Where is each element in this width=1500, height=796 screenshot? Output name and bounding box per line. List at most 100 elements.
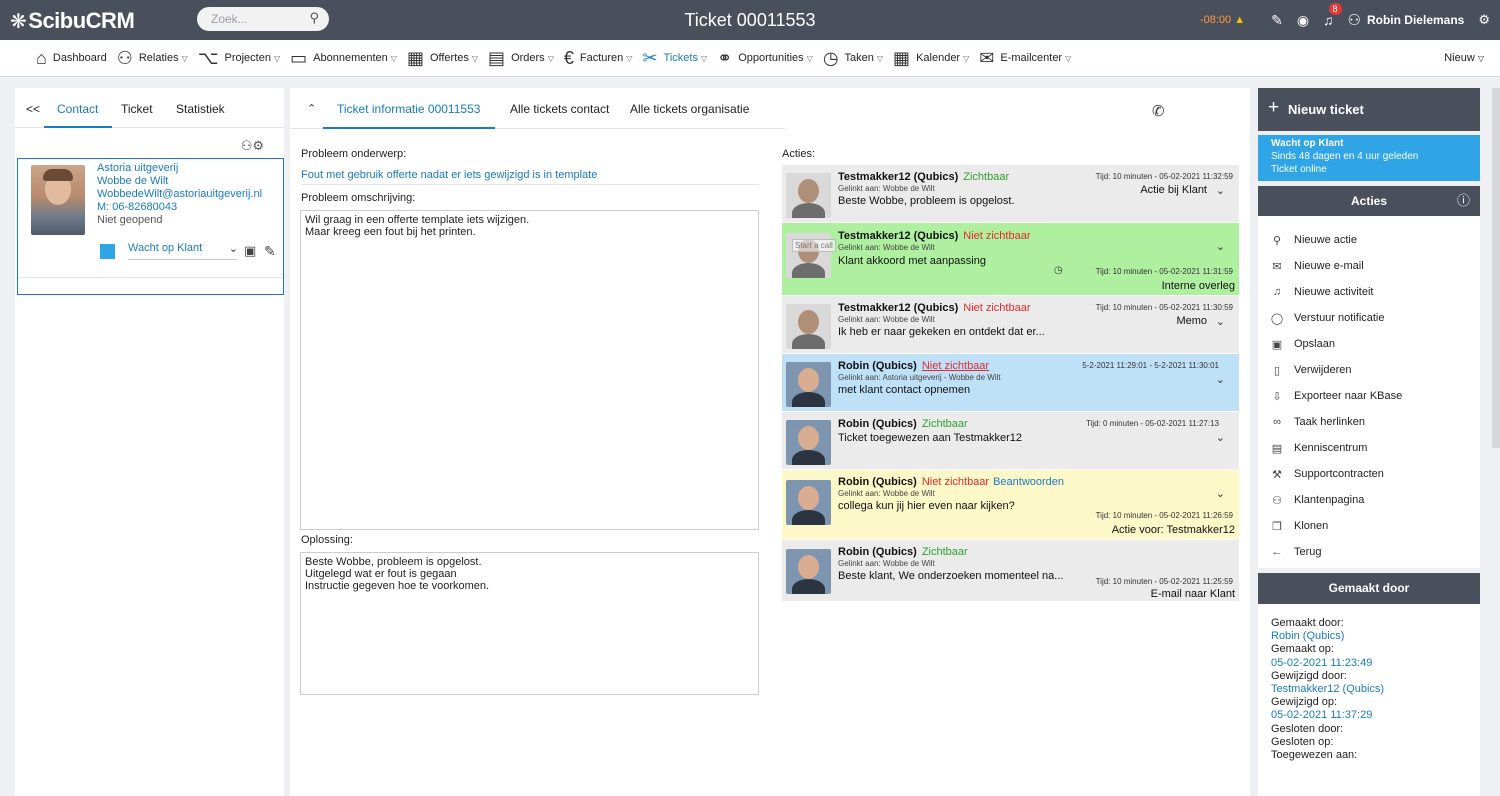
tab-ticket[interactable]: Ticket [121,102,153,116]
contact-organisation[interactable]: Astoria uitgeverij [97,162,262,175]
avatar [786,304,831,349]
action-klantenpagina[interactable]: ⚇ Klantenpagina [1258,492,1480,512]
start-call-overlay[interactable]: Start a call [792,239,836,252]
chevron-down-icon: ▽ [700,53,708,63]
action-klonen[interactable]: ❐ Klonen [1258,518,1480,538]
mail-icon: ✉ [979,47,995,68]
search-box[interactable]: ⚲ [197,7,329,31]
tab-ticket-info[interactable]: Ticket informatie 00011553 [337,102,480,116]
action-nieuwe-activiteit[interactable]: ♫ Nieuwe activiteit [1258,284,1480,304]
action-nieuwe-actie[interactable]: ⚲ Nieuwe actie [1258,232,1480,252]
avatar [786,549,831,594]
action-item[interactable]: Testmakker12 (Qubics) Zichtbaar Gelinkt a… [782,165,1239,223]
contact-phone[interactable]: M: 06-82680043 [97,201,262,214]
action-terug[interactable]: ← Terug [1258,544,1480,564]
new-ticket-label: Nieuw ticket [1288,102,1364,117]
nav-kalender[interactable]: ▦ Kalender ▽ [893,48,969,69]
action-label: Nieuwe e-mail [1294,260,1364,272]
contact-name[interactable]: Wobbe de Wilt [97,175,262,188]
nav-relaties[interactable]: ⚇ Relaties ▽ [117,48,188,69]
action-item[interactable]: Robin (Qubics) Niet zichtbaar Gelinkt aan… [782,354,1239,412]
action-kenniscentrum[interactable]: ▤ Kenniscentrum [1258,440,1480,460]
bell-icon: ♫ [1272,286,1282,298]
solution-textarea[interactable]: Beste Wobbe, probleem is opgelost. Uitge… [300,552,759,695]
action-linked: Gelinkt aan: Wobbe de Wilt [838,489,935,498]
collapse-left-button[interactable]: << [26,102,40,116]
settings-icon[interactable]: ⚙ [1478,12,1490,28]
nav-offertes[interactable]: ▦ Offertes ▽ [407,48,478,69]
search-input[interactable] [211,11,301,27]
chevron-down-icon[interactable]: ⌄ [1216,184,1225,197]
info-icon[interactable]: ⓘ [1457,186,1470,216]
action-opslaan[interactable]: ▣ Opslaan [1258,336,1480,356]
copy-icon: ❐ [1272,521,1282,533]
eye-icon[interactable]: ◉ [1297,12,1309,29]
nav-orders[interactable]: ▤ Orders ▽ [488,48,554,69]
contact-group-icon[interactable]: ⚇⚙ [241,138,264,154]
nav-taken[interactable]: ◷ Taken ▽ [823,48,883,69]
page-scrollbar[interactable] [1492,88,1500,448]
tab-all-tickets-organisation[interactable]: Alle tickets organisatie [630,102,749,116]
nav-tickets[interactable]: ✂ Tickets ▽ [642,48,707,69]
action-supportcontracten[interactable]: ⚒ Supportcontracten [1258,466,1480,486]
time-warning[interactable]: -08:00 ▲ [1200,14,1245,26]
visibility-badge: Niet zichtbaar [963,230,1031,242]
bell-icon[interactable]: ♫ 8 [1323,3,1342,28]
save-icon[interactable]: ▣ [244,243,256,259]
edit-icon[interactable]: ✎ [1271,12,1283,29]
contact-email[interactable]: WobbedeWilt@astoriauitgeverij.nl [97,188,262,201]
action-item[interactable]: Robin (Qubics) Zichtbaar Ticket toegeweze… [782,412,1239,470]
tab-all-tickets-contact[interactable]: Alle tickets contact [510,102,609,116]
nav-dashboard[interactable]: ⌂ Dashboard [36,48,107,69]
chevron-down-icon[interactable]: ⌄ [1216,240,1225,253]
edit-icon[interactable]: ✎ [264,243,276,260]
chevron-down-icon[interactable]: ⌄ [1216,315,1225,328]
nav-label: Projecten [224,52,271,64]
action-taak-herlinken[interactable]: ∞ Taak herlinken [1258,414,1480,434]
logo[interactable]: ❋ScibuCRM [10,8,135,34]
chevron-down-icon[interactable]: ⌄ [1216,373,1225,386]
chevron-down-icon[interactable]: ⌄ [1216,431,1225,444]
nav-label: Dashboard [52,52,107,64]
subject-field[interactable]: Fout met gebruik offerte nadat er iets g… [301,169,759,185]
ticket-panel: ⌃ Ticket informatie 00011553 Alle ticket… [290,88,1250,796]
tab-contact[interactable]: Contact [57,102,98,116]
chevron-down-icon[interactable]: ⌄ [1216,487,1225,500]
made-by-value[interactable]: Robin (Qubics) [1271,630,1467,643]
action-item[interactable]: Robin (Qubics) Niet zichtbaar Beantwoorden… [782,470,1239,540]
nav-emailcenter[interactable]: ✉ E-mailcenter ▽ [979,48,1071,69]
action-item[interactable]: Robin (Qubics) Zichtbaar Gelinkt aan: Wob… [782,540,1239,602]
nav-projecten[interactable]: ⌥ Projecten ▽ [198,48,280,69]
actions-header-title: Acties [1350,194,1388,208]
nav-opportunities[interactable]: ⚭ Opportunities ▽ [717,48,813,69]
phone-icon[interactable]: ✆ [1152,102,1165,120]
action-label: Taak herlinken [1294,416,1365,428]
author-name: Robin (Qubics) [838,546,917,558]
calendar-icon: ▦ [893,47,911,68]
tab-statistiek[interactable]: Statistiek [176,102,225,116]
description-textarea[interactable]: Wil graag in een offerte template iets w… [300,210,759,530]
avatar [786,173,831,218]
action-verstuur-notificatie[interactable]: ◯ Verstuur notificatie [1258,310,1480,330]
nav-facturen[interactable]: € Facturen ▽ [564,48,633,69]
action-item[interactable]: Start a call Testmakker12 (Qubics) Niet z… [782,223,1239,296]
status-select[interactable]: Wacht op Klant ⌄ [128,242,238,260]
contact-panel: << Contact Ticket Statistiek ⚇⚙ Astoria … [15,88,284,796]
visibility-badge[interactable]: Niet zichtbaar [922,360,989,372]
reply-link[interactable]: Beantwoorden [993,476,1064,488]
user-icon: ⚇ [1347,12,1361,29]
collapse-caret-icon[interactable]: ⌃ [307,102,316,115]
action-label: Klantenpagina [1294,494,1365,506]
action-exporteer-kbase[interactable]: ⇩ Exporteer naar KBase [1258,388,1480,408]
changed-by-value[interactable]: Testmakker12 (Qubics) [1271,683,1467,696]
action-author: Testmakker12 (Qubics) Niet zichtbaar [838,302,1031,314]
action-nieuwe-email[interactable]: ✉ Nieuwe e-mail [1258,258,1480,278]
nav-new-menu[interactable]: Nieuw ▽ [1444,52,1484,64]
action-verwijderen[interactable]: ▯ Verwijderen [1258,362,1480,382]
action-item[interactable]: Testmakker12 (Qubics) Niet zichtbaar Geli… [782,296,1239,354]
user-menu[interactable]: ⚇ Robin Dielemans [1348,11,1465,29]
new-ticket-button[interactable]: + Nieuw ticket [1258,88,1480,131]
search-icon[interactable]: ⚲ [309,10,319,26]
nav-label: Relaties [138,52,179,64]
nav-abonnementen[interactable]: ▭ Abonnementen ▽ [290,48,397,69]
